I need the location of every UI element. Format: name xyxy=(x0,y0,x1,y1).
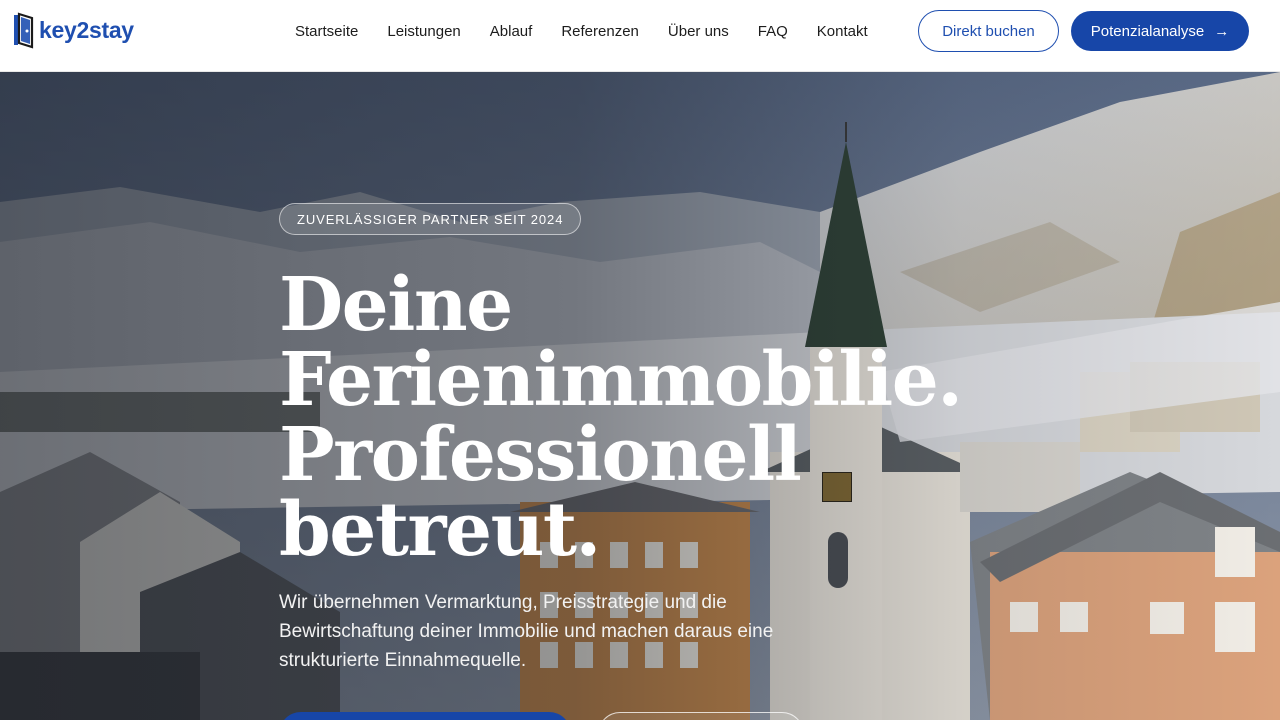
nav-item-referenzen[interactable]: Referenzen xyxy=(561,23,639,40)
nav-item-ueber-uns[interactable]: Über uns xyxy=(668,23,729,40)
headline-line: betreut. xyxy=(279,487,601,573)
trust-badge: ZUVERLÄSSIGER PARTNER SEIT 2024 xyxy=(279,203,582,235)
door-key-icon xyxy=(14,12,34,49)
potential-analysis-label: Potenzialanalyse xyxy=(1090,22,1205,40)
nav-item-faq[interactable]: FAQ xyxy=(758,23,788,40)
brand-name: key2stay xyxy=(39,16,134,43)
arrow-right-icon: → xyxy=(1214,22,1230,40)
main-nav: Startseite Leistungen Ablauf Referenzen … xyxy=(295,0,868,62)
direct-booking-button[interactable]: Direkt buchen xyxy=(918,10,1059,52)
headline-line: Deine xyxy=(279,262,513,348)
nav-item-startseite[interactable]: Startseite xyxy=(295,23,358,40)
trust-badge-text: ZUVERLÄSSIGER PARTNER SEIT 2024 xyxy=(297,211,564,227)
hero-secondary-cta-button[interactable] xyxy=(598,712,804,720)
direct-booking-label: Direkt buchen xyxy=(942,22,1035,40)
brand-logo[interactable]: key2stay xyxy=(13,11,134,49)
headline-line: Professionell xyxy=(279,412,802,498)
nav-item-ablauf[interactable]: Ablauf xyxy=(490,23,533,40)
nav-item-leistungen[interactable]: Leistungen xyxy=(387,23,460,40)
site-header: key2stay Startseite Leistungen Ablauf Re… xyxy=(0,0,1280,72)
hero-section: ZUVERLÄSSIGER PARTNER SEIT 2024 Deine Fe… xyxy=(0,72,1280,720)
headline-line: Ferienimmobilie. xyxy=(279,337,963,423)
hero-subtext: Wir übernehmen Vermarktung, Preisstrateg… xyxy=(279,592,774,671)
nav-item-kontakt[interactable]: Kontakt xyxy=(817,23,868,40)
hero-headline: Deine Ferienimmobilie. Professionell bet… xyxy=(279,268,979,568)
potential-analysis-button[interactable]: Potenzialanalyse → xyxy=(1071,11,1249,51)
hero-primary-cta-button[interactable] xyxy=(279,712,571,720)
